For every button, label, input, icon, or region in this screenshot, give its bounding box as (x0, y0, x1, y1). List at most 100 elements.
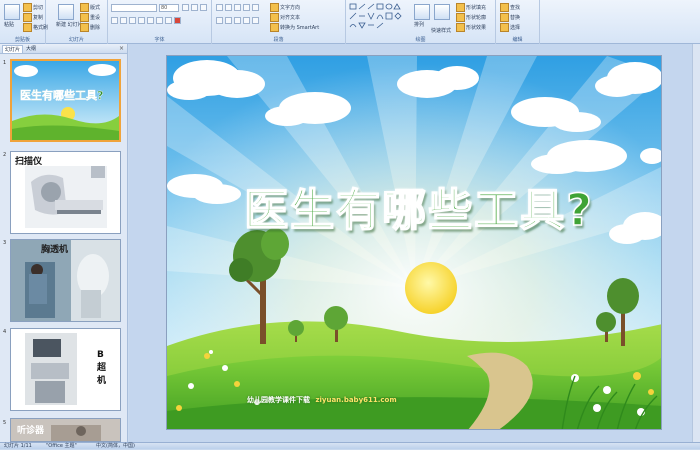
paragraph-group: 文字方向 对齐文本 转换为 SmartArt 段落 (212, 0, 346, 44)
tab-slides[interactable]: 幻灯片 (2, 45, 24, 53)
current-slide[interactable]: 医生有哪些工具? 幼儿园教学课件下载 ziyuan.baby611.com (166, 55, 662, 430)
align-text-icon (270, 13, 279, 22)
shape-fill-button[interactable]: 形状填充 (456, 3, 486, 12)
slides-label: 幻灯片 (68, 37, 84, 43)
thumb-1-title: 医生有哪些工具? (20, 89, 104, 102)
underline-icon[interactable] (129, 17, 136, 24)
bullets-icon[interactable] (216, 4, 223, 11)
align-center-icon[interactable] (225, 17, 232, 24)
thumb-4-title: B超机 (97, 350, 107, 386)
text-direction-icon (270, 3, 279, 12)
numbering-icon[interactable] (225, 4, 232, 11)
justify-icon[interactable] (243, 17, 250, 24)
align-left-icon[interactable] (216, 17, 223, 24)
scissors-icon (23, 3, 32, 12)
thumb-5-title: 听诊器 (17, 426, 45, 436)
arrange-icon[interactable] (414, 4, 430, 20)
grow-font-icon[interactable] (182, 4, 189, 11)
cursor-icon (500, 23, 509, 32)
columns-icon[interactable] (252, 17, 259, 24)
text-direction-button[interactable]: 文字方向 (270, 3, 300, 12)
cut-button[interactable]: 剪切 (23, 3, 43, 12)
close-icon[interactable]: × (119, 45, 124, 52)
thumb-number: 3 (3, 240, 7, 246)
font-label: 字体 (154, 37, 165, 43)
slide-thumb-4[interactable]: B超机 (10, 328, 121, 411)
copy-icon (23, 13, 32, 22)
reset-button[interactable]: 重设 (80, 13, 100, 22)
status-bar: 幻灯片 1/11 "Office 主题" 中文(简体，中国) (0, 442, 700, 449)
quick-styles-button[interactable]: 快速样式 (431, 27, 451, 34)
new-slide-icon[interactable] (58, 4, 74, 20)
shrink-font-icon[interactable] (191, 4, 198, 11)
replace-button[interactable]: 替换 (500, 13, 520, 22)
find-button[interactable]: 查找 (500, 3, 520, 12)
slide-thumb-3[interactable]: 胸透机 (10, 239, 121, 322)
panel-tabs: 幻灯片 大纲 × (0, 44, 127, 54)
select-button[interactable]: 选择 (500, 23, 520, 32)
drawing-label: 绘图 (415, 37, 426, 43)
copy-button[interactable]: 复制 (23, 13, 43, 22)
drawing-group: 排列 快速样式 形状填充 形状轮廓 形状效果 绘图 (346, 0, 496, 44)
slide-background (167, 56, 661, 429)
paste-icon[interactable] (4, 4, 20, 20)
font-color-icon[interactable] (174, 17, 181, 24)
slides-group: 新建 幻灯片 版式 重设 删除 幻灯片 (46, 0, 108, 44)
tab-outline[interactable]: 大纲 (24, 45, 38, 53)
clipboard-label: 剪贴板 (14, 37, 30, 43)
font-name-combo[interactable] (111, 4, 157, 12)
thumb-3-title: 胸透机 (41, 245, 69, 255)
smartart-icon (270, 23, 279, 32)
arrange-button[interactable]: 排列 (414, 21, 424, 28)
shadow-icon[interactable] (147, 17, 154, 24)
shape-outline-button[interactable]: 形状轮廓 (456, 13, 486, 22)
decrease-indent-icon[interactable] (234, 4, 241, 11)
delete-icon (80, 23, 89, 32)
slide-title[interactable]: 医生有哪些工具? (209, 174, 629, 238)
shape-effects-button[interactable]: 形状效果 (456, 23, 486, 32)
paste-button[interactable]: 粘贴 (4, 21, 14, 28)
fill-icon (456, 3, 465, 12)
footer-url[interactable]: ziyuan.baby611.com (315, 396, 396, 404)
effects-icon (456, 23, 465, 32)
font-size-combo[interactable]: 80 (159, 4, 179, 12)
editing-label: 编辑 (512, 37, 523, 43)
line-spacing-icon[interactable] (252, 4, 259, 11)
format-painter-button[interactable]: 格式刷 (23, 23, 48, 32)
italic-icon[interactable] (120, 17, 127, 24)
quick-styles-icon[interactable] (434, 4, 450, 20)
smartart-button[interactable]: 转换为 SmartArt (270, 23, 319, 32)
font-group: 80 字体 (108, 0, 212, 44)
vertical-scrollbar[interactable] (692, 44, 700, 442)
case-icon[interactable] (165, 17, 172, 24)
footer-site-name: 幼儿园教学课件下载 (247, 396, 310, 404)
thumb-number: 2 (3, 152, 7, 158)
align-right-icon[interactable] (234, 17, 241, 24)
reset-icon (80, 13, 89, 22)
delete-button[interactable]: 删除 (80, 23, 100, 32)
slide-thumb-1[interactable]: 医生有哪些工具? (10, 59, 121, 142)
thumb-2-title: 扫描仪 (15, 157, 43, 167)
binoculars-icon (500, 3, 509, 12)
bold-icon[interactable] (111, 17, 118, 24)
thumb-number: 4 (3, 329, 7, 335)
shapes-gallery[interactable] (349, 3, 411, 31)
slide-editor: 医生有哪些工具? 幼儿园教学课件下载 ziyuan.baby611.com (129, 44, 700, 442)
clear-format-icon[interactable] (200, 4, 207, 11)
layout-button[interactable]: 版式 (80, 3, 100, 12)
slide-thumb-5[interactable]: 听诊器 (10, 418, 121, 442)
align-text-button[interactable]: 对齐文本 (270, 13, 300, 22)
slide-thumb-2[interactable]: 扫描仪 (10, 151, 121, 234)
brush-icon (23, 23, 32, 32)
spacing-icon[interactable] (156, 17, 163, 24)
clipboard-group: 粘贴 剪切 复制 格式刷 剪贴板 (0, 0, 48, 44)
new-slide-button[interactable]: 新建 幻灯片 (56, 21, 83, 28)
layout-icon (80, 3, 89, 12)
increase-indent-icon[interactable] (243, 4, 250, 11)
outline-icon (456, 13, 465, 22)
strikethrough-icon[interactable] (138, 17, 145, 24)
paragraph-label: 段落 (273, 37, 284, 43)
editing-group: 查找 替换 选择 编辑 (496, 0, 540, 44)
thumb-number: 5 (3, 420, 7, 426)
thumb-number: 1 (3, 60, 7, 66)
